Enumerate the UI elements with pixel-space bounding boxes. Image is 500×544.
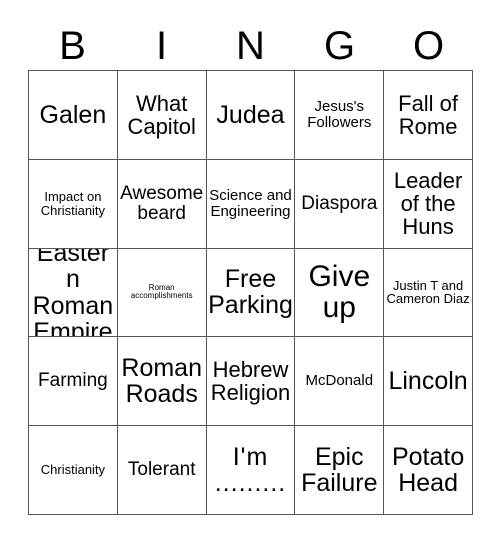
bingo-cell-label: What Capitol (127, 90, 196, 139)
bingo-cell[interactable]: Fall of Rome (384, 71, 473, 160)
bingo-cell-label: Fall of Rome (398, 90, 459, 139)
bingo-cell[interactable]: Hebrew Religion (206, 337, 296, 427)
bingo-cell-label: Leader of the Huns (393, 167, 463, 240)
bingo-cell[interactable]: Impact on Christianity (29, 159, 118, 249)
bingo-cell[interactable]: Lincoln (384, 337, 473, 427)
bingo-cell-label: Christianity (40, 462, 106, 478)
bingo-cell[interactable]: I'm ......... (206, 426, 296, 515)
bingo-cell-label: Roman accomplishments (130, 283, 193, 301)
bingo-header-letter-b: B (59, 24, 86, 68)
bingo-cell[interactable]: Tolerant (117, 426, 207, 515)
bingo-cell-label: Hebrew Religion (210, 356, 291, 406)
bingo-cell-label: Tolerant (127, 459, 196, 481)
bingo-cell-label: Awesome beard (120, 182, 204, 224)
bingo-cell-label: Give up (308, 259, 371, 325)
bingo-cell[interactable]: Science and Engineering (206, 159, 296, 249)
bingo-cell-label: Farming (38, 370, 108, 392)
bingo-header-letter-i: I (155, 24, 168, 68)
bingo-cell-label: Justin T and Cameron Diaz (386, 277, 470, 307)
bingo-header-letter-o: O (412, 24, 445, 68)
bingo-cell[interactable]: Roman Roads (117, 337, 207, 427)
bingo-cell[interactable]: Galen (29, 71, 118, 160)
bingo-cell-label: I'm ......... (214, 442, 287, 498)
bingo-cell-label: Lincoln (388, 367, 468, 396)
bingo-cell[interactable]: Diaspora (295, 159, 385, 249)
bingo-cell-label: Potato Head (391, 442, 465, 498)
bingo-header: B I N G O (28, 22, 473, 70)
bingo-card: B I N G O Galen What Capitol Judea Jesus… (0, 0, 500, 544)
bingo-cell[interactable]: McDonald (295, 337, 385, 427)
bingo-cell[interactable]: Christianity (29, 426, 118, 515)
bingo-cell-label: Diaspora (301, 192, 378, 214)
bingo-cell[interactable]: Epic Failure (295, 426, 385, 515)
bingo-grid: Galen What Capitol Judea Jesus's Followe… (28, 70, 473, 515)
bingo-cell[interactable]: Give up (295, 248, 385, 338)
bingo-cell-label: Judea (216, 100, 285, 129)
bingo-cell-label: McDonald (305, 372, 374, 390)
bingo-cell[interactable]: Justin T and Cameron Diaz (384, 248, 473, 338)
bingo-cell[interactable]: Judea (206, 71, 296, 160)
bingo-cell[interactable]: Jesus's Followers (295, 71, 385, 160)
bingo-cell[interactable]: Roman accomplishments (117, 248, 207, 338)
bingo-header-letter-n: N (236, 24, 265, 68)
bingo-cell-label: Epic Failure (301, 442, 378, 498)
bingo-cell[interactable]: What Capitol (117, 71, 207, 160)
bingo-cell[interactable]: Potato Head (384, 426, 473, 515)
bingo-cell-label: Eastern Roman Empire (32, 248, 114, 338)
bingo-cell-label: Impact on Christianity (40, 188, 106, 218)
bingo-cell-label: Roman Roads (121, 353, 202, 409)
bingo-cell-label: Jesus's Followers (307, 98, 372, 131)
bingo-header-letter-g: G (323, 24, 356, 68)
bingo-cell-label: Galen (39, 100, 107, 129)
bingo-cell[interactable]: Free Parking (206, 248, 296, 338)
bingo-cell-label: Science and Engineering (209, 186, 292, 220)
bingo-cell[interactable]: Awesome beard (117, 159, 207, 249)
bingo-cell-label: Free Parking (208, 264, 293, 320)
bingo-cell[interactable]: Leader of the Huns (384, 159, 473, 249)
bingo-cell[interactable]: Eastern Roman Empire (29, 248, 118, 338)
bingo-cell[interactable]: Farming (29, 337, 118, 427)
